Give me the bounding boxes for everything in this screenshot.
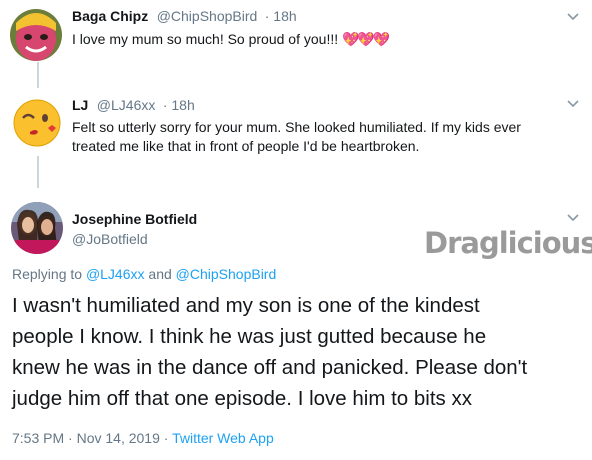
tweet-text-line: I wasn't humiliated and my son is one of… — [12, 294, 480, 317]
chevron-down-icon[interactable] — [567, 13, 579, 21]
sparkling-heart-emoji-icon: 💖💖💖 — [342, 31, 390, 47]
handle[interactable]: @LJ46xx — [97, 97, 156, 113]
tweet-text-line: people I know. I think he was just gutte… — [12, 325, 487, 348]
tweet-text-line: treated me like that in front of people … — [72, 138, 420, 154]
tweet-text: Felt so utterly sorry for your mum. She … — [72, 118, 521, 156]
tweet-text-line: Felt so utterly sorry for your mum. She … — [72, 119, 521, 135]
reply-mention-lj46xx[interactable]: @LJ46xx — [86, 266, 145, 282]
tweet-lj[interactable]: LJ @LJ46xx · 18h Felt so utterly sorry f… — [0, 90, 592, 156]
tweet-text-line: judge him off that one episode. I love h… — [12, 387, 472, 410]
watermark-text: Draglicious — [424, 226, 592, 260]
handle[interactable]: @JoBotfield — [72, 231, 148, 247]
timestamp[interactable]: · 18h — [163, 97, 195, 113]
timestamp[interactable]: · 18h — [265, 8, 297, 24]
tweet-timestamp[interactable]: 7:53 PM · Nov 14, 2019 · — [12, 430, 168, 446]
display-name[interactable]: Baga Chipz — [72, 8, 148, 24]
handle[interactable]: @ChipShopBird — [157, 8, 258, 24]
thread-line-1 — [37, 62, 39, 88]
main-tweet-text: I wasn't humiliated and my son is one of… — [12, 290, 527, 414]
tweet-baga-chipz[interactable]: Baga Chipz @ChipShopBird · 18h I love my… — [0, 0, 592, 64]
watermark-logo: Draglicious — [424, 226, 592, 260]
chevron-down-icon[interactable] — [567, 100, 579, 108]
tweet-text: I love my mum so much! So proud of you!!… — [72, 31, 339, 47]
tweet-source-link[interactable]: Twitter Web App — [172, 430, 274, 446]
reply-mention-chipshopbird[interactable]: @ChipShopBird — [176, 266, 277, 282]
display-name[interactable]: Josephine Botfield — [72, 211, 197, 227]
replying-to: Replying to @LJ46xx and @ChipShopBird — [12, 266, 277, 282]
tweet-text-line: knew he was in the dance off and panicke… — [12, 356, 528, 379]
display-name[interactable]: LJ — [72, 97, 88, 113]
chevron-down-icon[interactable] — [567, 214, 579, 222]
main-tweet: Josephine Botfield @JoBotfield Draglicio… — [0, 190, 592, 460]
avatar-josephine-botfield[interactable] — [11, 202, 63, 254]
thread-line-2 — [37, 156, 39, 188]
tweet-meta: 7:53 PM · Nov 14, 2019 · Twitter Web App — [12, 430, 274, 446]
avatar-baga-chipz[interactable] — [10, 9, 62, 61]
winking-kiss-emoji-icon[interactable] — [12, 98, 62, 148]
